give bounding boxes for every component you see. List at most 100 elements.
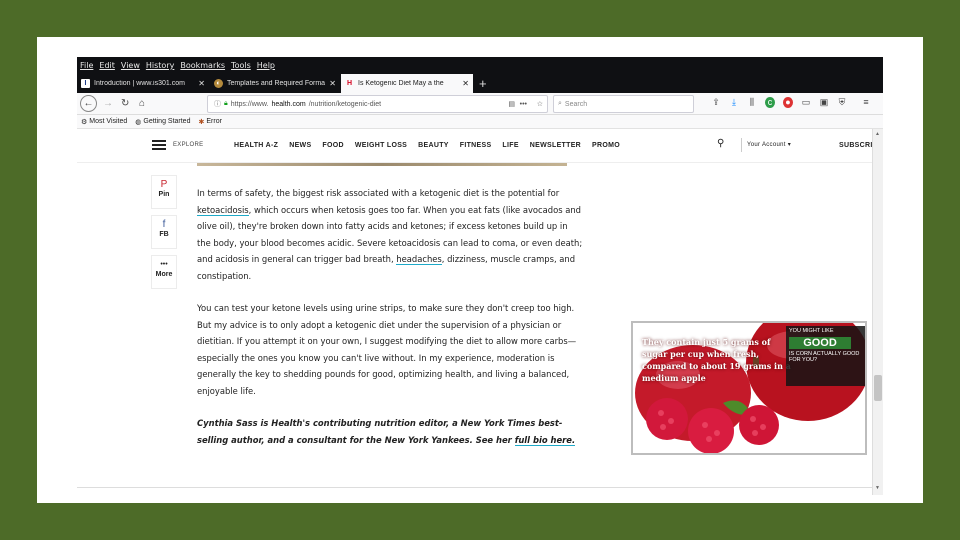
bookmark-getting-started[interactable]: ◍ Getting Started: [135, 118, 190, 126]
nav-life[interactable]: LIFE: [502, 142, 518, 149]
lock-icon: 🔒︎: [224, 100, 228, 107]
bookmark-most-visited[interactable]: ⚙ Most Visited: [81, 118, 127, 126]
url-path: /nutrition/ketogenic-diet: [308, 100, 382, 108]
subscribe-link[interactable]: SUBSCRI: [839, 142, 873, 149]
explore-link[interactable]: EXPLORE: [173, 142, 203, 148]
navigation-bar: ← → ↻ ⌂ ⓘ 🔒︎ https://www. health.com/nutr…: [77, 93, 883, 115]
menu-icon[interactable]: ≡: [861, 97, 871, 108]
nav-beauty[interactable]: BEAUTY: [418, 142, 449, 149]
tab-bar: I Introduction | www.is301.com ✕ ◐ Templ…: [77, 74, 883, 93]
menu-file[interactable]: File: [80, 61, 93, 70]
bookmark-label: Most Visited: [89, 118, 128, 125]
screenshot-icon[interactable]: ▭: [801, 97, 811, 108]
tab-health-keto[interactable]: H Is Ketogenic Diet May a the ✕: [341, 74, 473, 93]
ketoacidosis-link[interactable]: ketoacidosis: [197, 204, 249, 216]
share-pinterest-button[interactable]: P Pin: [151, 175, 177, 209]
more-icon: •••: [160, 261, 168, 268]
vertical-scrollbar[interactable]: ▲ ▼: [872, 129, 883, 495]
menu-bookmarks[interactable]: Bookmarks: [180, 61, 225, 70]
headaches-link[interactable]: headaches: [396, 254, 442, 265]
tab-favicon: I: [81, 79, 90, 88]
text: Cynthia Sass is Health's contributing nu…: [197, 418, 563, 445]
facebook-icon: f: [162, 219, 166, 230]
you-might-like-box[interactable]: YOU MIGHT LIKE GOOD IS CORN ACTUALLY GOO…: [786, 326, 865, 386]
nav-food[interactable]: FOOD: [322, 142, 343, 149]
search-placeholder: Search: [564, 100, 588, 108]
text: In terms of safety, the biggest risk ass…: [197, 188, 560, 198]
sidebar-icon[interactable]: ▣: [819, 97, 829, 108]
new-tab-button[interactable]: +: [479, 74, 487, 93]
menu-bar: File Edit View History Bookmarks Tools H…: [77, 57, 883, 74]
reader-view-icon[interactable]: ▤: [508, 100, 515, 108]
nav-news[interactable]: NEWS: [289, 142, 311, 149]
scroll-down-arrow[interactable]: ▼: [875, 485, 880, 491]
tab-label: Is Ketogenic Diet May a the: [358, 80, 444, 87]
hero-image-edge: [197, 163, 567, 166]
tab-introduction[interactable]: I Introduction | www.is301.com ✕: [77, 74, 209, 93]
raspberry-ad[interactable]: They contain just 5 grams of sugar per c…: [631, 321, 867, 455]
share-facebook-button[interactable]: f FB: [151, 215, 177, 249]
tab-favicon: H: [346, 80, 353, 87]
article-paragraph: In terms of safety, the biggest risk ass…: [197, 185, 583, 284]
url-bar[interactable]: ⓘ 🔒︎ https://www. health.com/nutrition/ke…: [207, 95, 548, 113]
content-divider: [77, 487, 872, 488]
nav-health-a-z[interactable]: HEALTH A-Z: [234, 142, 278, 149]
download-icon[interactable]: ⤓: [729, 97, 739, 108]
bookmark-error[interactable]: ✱ Error: [198, 118, 221, 126]
nav-weight-loss[interactable]: WEIGHT LOSS: [355, 142, 407, 149]
more-actions-icon[interactable]: •••: [520, 101, 527, 108]
nav-newsletter[interactable]: NEWSLETTER: [530, 142, 581, 149]
forward-button[interactable]: →: [103, 96, 113, 112]
menu-edit[interactable]: Edit: [99, 61, 115, 70]
tab-label: Introduction | www.is301.com: [94, 80, 185, 87]
full-bio-link[interactable]: full bio here.: [514, 434, 576, 446]
tab-favicon: ◐: [214, 79, 223, 88]
ad-headline: They contain just 5 grams of sugar per c…: [642, 337, 791, 383]
close-icon[interactable]: ✕: [198, 79, 205, 88]
hamburger-menu-icon[interactable]: [152, 140, 166, 150]
bookmark-star-icon[interactable]: ☆: [537, 100, 543, 108]
bookmark-label: Error: [206, 118, 222, 125]
library-icon[interactable]: ⫼: [747, 97, 757, 108]
tab-templates[interactable]: ◐ Templates and Required Forma ✕: [210, 74, 340, 93]
nav-promo[interactable]: PROMO: [592, 142, 620, 149]
close-icon[interactable]: ✕: [329, 79, 336, 88]
back-button[interactable]: ←: [80, 95, 97, 112]
scrollbar-thumb[interactable]: [874, 375, 882, 401]
site-navigation: EXPLORE HEALTH A-Z NEWS FOOD WEIGHT LOSS…: [77, 129, 872, 163]
search-bar[interactable]: ⌕ Search: [553, 95, 694, 113]
url-host: health.com: [271, 100, 306, 108]
article-paragraph: You can test your ketone levels using ur…: [197, 303, 577, 396]
share-more-button[interactable]: ••• More: [151, 255, 177, 289]
share-label: Pin: [158, 191, 170, 198]
corn-headline: IS CORN ACTUALLY GOOD FOR YOU?: [789, 351, 860, 363]
share-label: FB: [159, 231, 169, 238]
page-info-icon[interactable]: ⓘ: [214, 99, 221, 109]
tab-label: Templates and Required Forma: [227, 80, 326, 87]
you-might-like-label: YOU MIGHT LIKE: [789, 328, 834, 334]
scroll-up-arrow[interactable]: ▲: [875, 131, 880, 137]
extension-red-icon[interactable]: ●: [783, 97, 793, 108]
site-search-icon[interactable]: ⚲: [717, 138, 725, 149]
reload-button[interactable]: ↻: [121, 96, 129, 112]
error-icon: ✱: [198, 118, 205, 126]
account-menu[interactable]: Your Account ▾: [741, 138, 791, 152]
bookmarks-toolbar: ⚙ Most Visited ◍ Getting Started ✱ Error: [77, 115, 883, 129]
share-rail: P Pin f FB ••• More: [151, 175, 177, 289]
menu-tools[interactable]: Tools: [231, 61, 251, 70]
upload-icon[interactable]: ⇪: [711, 97, 721, 108]
close-icon[interactable]: ✕: [462, 79, 469, 88]
share-label: More: [155, 271, 173, 278]
article-body: In terms of safety, the biggest risk ass…: [197, 185, 583, 464]
extension-green-icon[interactable]: c: [765, 97, 775, 108]
menu-help[interactable]: Help: [257, 61, 275, 70]
home-button[interactable]: ⌂: [139, 96, 145, 112]
nav-fitness[interactable]: FITNESS: [460, 142, 492, 149]
author-bio: Cynthia Sass is Health's contributing nu…: [197, 415, 583, 448]
shield-icon[interactable]: ⛨: [837, 97, 847, 108]
menu-history[interactable]: History: [146, 61, 174, 70]
site-nav-links: HEALTH A-Z NEWS FOOD WEIGHT LOSS BEAUTY …: [234, 142, 620, 149]
search-icon: ⌕: [558, 100, 562, 107]
menu-view[interactable]: View: [121, 61, 140, 70]
toolbar-icons: ⇪ ⤓ ⫼ c ● ▭ ▣ ⛨ ≡: [711, 97, 871, 108]
